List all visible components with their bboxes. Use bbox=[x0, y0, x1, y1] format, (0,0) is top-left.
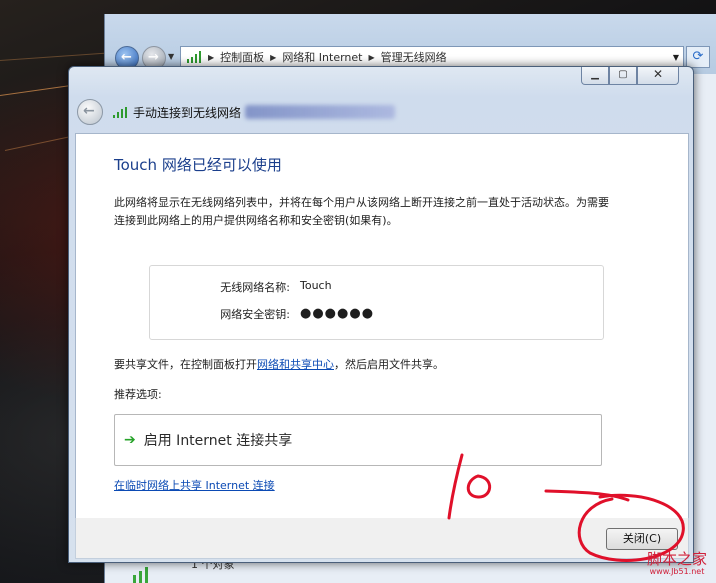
enable-ics-label: 启用 Internet 连接共享 bbox=[143, 433, 293, 449]
window-controls: ▁ ▢ ✕ bbox=[581, 67, 679, 85]
maximize-icon: ▢ bbox=[618, 69, 628, 80]
network-info-box: 无线网络名称: Touch 网络安全密钥: ●●●●●● bbox=[149, 265, 604, 340]
back-arrow-icon: ← bbox=[83, 103, 95, 119]
file-sharing-note: 要共享文件，在控制面板打开网络和共享中心，然后启用文件共享。 bbox=[114, 356, 444, 372]
history-dropdown-icon[interactable]: ▼ bbox=[168, 52, 174, 61]
close-icon: ✕ bbox=[652, 67, 664, 81]
adhoc-share-link[interactable]: 在临时网络上共享 Internet 连接 bbox=[114, 477, 275, 493]
dialog-title-row: ← 手动连接到无线网络 bbox=[77, 99, 396, 125]
network-sharing-center-link[interactable]: 网络和共享中心 bbox=[257, 358, 334, 371]
network-signal-icon bbox=[187, 51, 201, 63]
wireless-signal-icon bbox=[113, 106, 127, 118]
wireless-network-item-icon bbox=[133, 567, 148, 583]
security-key-label: 网络安全密钥: bbox=[220, 308, 290, 321]
breadcrumb-separator-icon: ▶ bbox=[270, 52, 277, 62]
site-watermark: 脚本之家 www.Jb51.net bbox=[638, 551, 716, 577]
address-dropdown-icon[interactable]: ▼ bbox=[673, 53, 679, 62]
minimize-icon: ▁ bbox=[591, 69, 599, 80]
network-description: 此网络将显示在无线网络列表中，并将在每个用户从该网络上断开连接之前一直处于活动状… bbox=[114, 196, 609, 227]
share-note-suffix: ，然后启用文件共享。 bbox=[334, 358, 444, 371]
refresh-icon: ⟳ bbox=[692, 49, 704, 64]
watermark-url: www.Jb51.net bbox=[649, 567, 705, 576]
page-heading: Touch 网络已经可以使用 bbox=[114, 156, 282, 174]
breadcrumb-item-network-internet[interactable]: 网络和 Internet bbox=[282, 49, 362, 65]
green-arrow-icon: ➔ bbox=[124, 432, 136, 448]
back-arrow-icon: ← bbox=[121, 50, 132, 65]
manual-connect-dialog: ▁ ▢ ✕ ← 手动连接到无线网络 Touch 网络已经可以使用 此网络将显示在… bbox=[68, 66, 694, 563]
close-button[interactable]: 关闭(C) bbox=[606, 528, 678, 550]
dialog-back-button[interactable]: ← bbox=[77, 99, 103, 125]
recommended-options-label: 推荐选项: bbox=[114, 388, 162, 401]
breadcrumb-item-control-panel[interactable]: 控制面板 bbox=[220, 49, 264, 65]
maximize-button[interactable]: ▢ bbox=[609, 67, 637, 85]
share-note-prefix: 要共享文件，在控制面板打开 bbox=[114, 358, 257, 371]
breadcrumb-separator-icon: ▶ bbox=[208, 52, 215, 62]
minimize-button[interactable]: ▁ bbox=[581, 67, 609, 85]
dialog-title: 手动连接到无线网络 bbox=[133, 105, 242, 120]
security-key-value: ●●●●●● bbox=[300, 306, 375, 321]
dialog-content: Touch 网络已经可以使用 此网络将显示在无线网络列表中，并将在每个用户从该网… bbox=[75, 133, 689, 519]
breadcrumb-separator-icon: ▶ bbox=[368, 52, 375, 62]
address-bar[interactable]: ▶ 控制面板 ▶ 网络和 Internet ▶ 管理无线网络 ▼ bbox=[180, 46, 684, 68]
forward-arrow-icon: → bbox=[148, 50, 159, 65]
explorer-nav-bar: ← → ▼ ▶ 控制面板 ▶ 网络和 Internet ▶ 管理无线网络 ▼ ⟳ bbox=[115, 46, 710, 70]
breadcrumb-item-manage-wireless[interactable]: 管理无线网络 bbox=[381, 49, 447, 65]
network-name-label: 无线网络名称: bbox=[220, 281, 290, 294]
network-name-value: Touch bbox=[300, 279, 332, 292]
window-close-button[interactable]: ✕ bbox=[637, 67, 679, 85]
blurred-title-region bbox=[245, 105, 396, 119]
dialog-footer: 关闭(C) bbox=[75, 518, 689, 559]
watermark-text: 脚本之家 bbox=[646, 550, 707, 568]
enable-ics-option[interactable]: ➔ 启用 Internet 连接共享 bbox=[114, 414, 602, 466]
breadcrumb: ▶ 控制面板 ▶ 网络和 Internet ▶ 管理无线网络 bbox=[202, 49, 447, 65]
refresh-button[interactable]: ⟳ bbox=[686, 46, 710, 68]
